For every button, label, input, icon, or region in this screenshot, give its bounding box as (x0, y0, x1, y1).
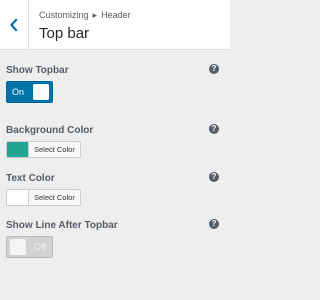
show-line-after-topbar-toggle[interactable]: Off (6, 236, 53, 258)
select-color-button[interactable]: Select Color (28, 189, 81, 206)
show-line-after-topbar-label: Show Line After Topbar (6, 220, 118, 231)
text-color-picker[interactable]: Select Color (6, 189, 81, 206)
background-color-swatch[interactable] (6, 141, 28, 158)
breadcrumb-section: Header (101, 10, 131, 20)
back-button[interactable] (0, 0, 29, 49)
toggle-knob (33, 84, 49, 100)
help-icon[interactable]: ? (209, 64, 219, 74)
toggle-knob (10, 239, 26, 255)
breadcrumb-separator: ▸ (92, 10, 98, 20)
page-title: Top bar (39, 25, 90, 42)
breadcrumb: Customizing ▸ Header (39, 10, 131, 21)
help-icon[interactable]: ? (209, 124, 219, 134)
customizer-header: Customizing ▸ Header Top bar (0, 0, 230, 50)
text-color-label: Text Color (6, 173, 55, 184)
chevron-left-icon (9, 17, 19, 32)
breadcrumb-parent: Customizing (39, 10, 89, 20)
show-topbar-toggle[interactable]: On (6, 81, 53, 103)
background-color-picker[interactable]: Select Color (6, 141, 81, 158)
show-topbar-label: Show Topbar (6, 65, 69, 76)
select-color-button[interactable]: Select Color (28, 141, 81, 158)
text-color-swatch[interactable] (6, 189, 28, 206)
toggle-state-label: Off (34, 242, 46, 252)
help-icon[interactable]: ? (209, 219, 219, 229)
toggle-state-label: On (12, 87, 25, 97)
background-color-label: Background Color (6, 125, 94, 136)
help-icon[interactable]: ? (209, 172, 219, 182)
